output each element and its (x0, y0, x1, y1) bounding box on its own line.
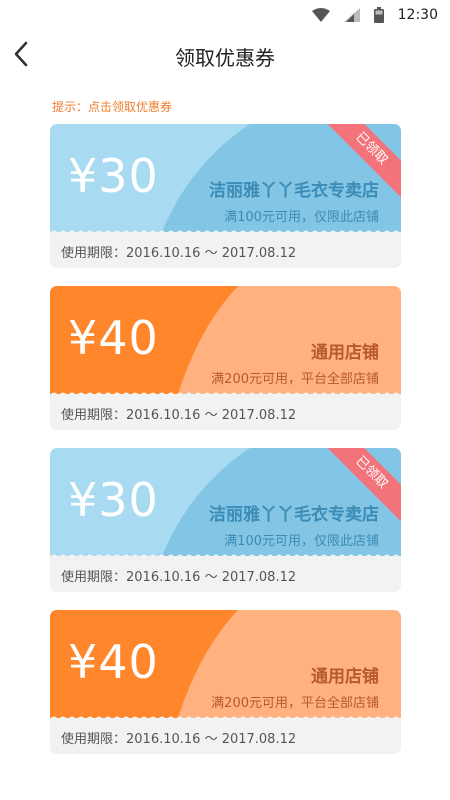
coupon-validity: 使用期限：2016.10.16 ～ 2017.08.12 (61, 246, 297, 261)
coupon-footer: 使用期限：2016.10.16 ～ 2017.08.12 (50, 556, 401, 592)
coupon-amount: ¥30 (68, 473, 159, 527)
coupon-validity: 使用期限：2016.10.16 ～ 2017.08.12 (61, 732, 297, 747)
coupon-validity: 使用期限：2016.10.16 ～ 2017.08.12 (61, 570, 297, 585)
coupon-condition: 满200元可用，平台全部店铺 (211, 696, 379, 711)
coupon-amount: ¥40 (68, 635, 159, 689)
coupon-card[interactable]: ¥40 通用店铺 满200元可用，平台全部店铺 使用期限：2016.10.16 … (50, 610, 401, 754)
status-bar: 12:30 (0, 0, 450, 30)
top-bar: 领取优惠券 (0, 30, 450, 80)
hint-text: 提示：点击领取优惠券 (52, 100, 173, 114)
coupon-footer: 使用期限：2016.10.16 ～ 2017.08.12 (50, 232, 401, 268)
coupon-condition: 满100元可用，仅限此店铺 (224, 210, 379, 225)
coupon-shop-name: 洁丽雅丫丫毛衣专卖店 (209, 505, 379, 525)
status-icons: 12:30 (311, 6, 438, 24)
coupon-card[interactable]: ¥40 通用店铺 满200元可用，平台全部店铺 使用期限：2016.10.16 … (50, 286, 401, 430)
coupon-body: ¥40 通用店铺 满200元可用，平台全部店铺 (50, 610, 401, 718)
coupon-footer: 使用期限：2016.10.16 ～ 2017.08.12 (50, 394, 401, 430)
coupon-card[interactable]: ¥30 洁丽雅丫丫毛衣专卖店 满100元可用，仅限此店铺 已领取 使用期限：20… (50, 448, 401, 592)
coupon-body: ¥30 洁丽雅丫丫毛衣专卖店 满100元可用，仅限此店铺 已领取 (50, 448, 401, 556)
wifi-icon (311, 8, 330, 22)
battery-icon (373, 7, 384, 23)
page-title: 领取优惠券 (175, 46, 275, 70)
coupon-body: ¥30 洁丽雅丫丫毛衣专卖店 满100元可用，仅限此店铺 已领取 (50, 124, 401, 232)
cellular-signal-icon (343, 8, 360, 22)
coupon-amount: ¥30 (68, 149, 159, 203)
coupon-validity: 使用期限：2016.10.16 ～ 2017.08.12 (61, 408, 297, 423)
coupon-condition: 满100元可用，仅限此店铺 (224, 534, 379, 549)
coupon-shop-name: 通用店铺 (311, 667, 379, 687)
coupon-body: ¥40 通用店铺 满200元可用，平台全部店铺 (50, 286, 401, 394)
coupon-shop-name: 通用店铺 (311, 343, 379, 363)
coupon-condition: 满200元可用，平台全部店铺 (211, 372, 379, 387)
coupon-amount: ¥40 (68, 311, 159, 365)
coupon-footer: 使用期限：2016.10.16 ～ 2017.08.12 (50, 718, 401, 754)
status-time: 12:30 (397, 7, 438, 23)
coupon-card[interactable]: ¥30 洁丽雅丫丫毛衣专卖店 满100元可用，仅限此店铺 已领取 使用期限：20… (50, 124, 401, 268)
coupon-shop-name: 洁丽雅丫丫毛衣专卖店 (209, 181, 379, 201)
